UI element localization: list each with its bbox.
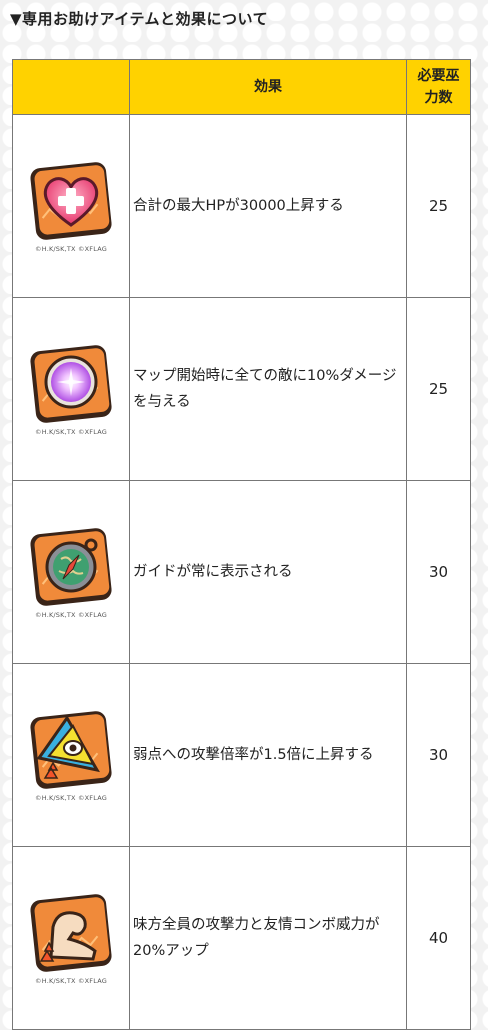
icon-cell: ©H.K/SK,TX ©XFLAG	[12, 663, 130, 847]
cost-value: 25	[406, 297, 471, 481]
copyright-text: ©H.K/SK,TX ©XFLAG	[35, 794, 107, 802]
table-row: ©H.K/SK,TX ©XFLAG ガイドが常に表示される 30	[12, 480, 471, 664]
icon-cell: ©H.K/SK,TX ©XFLAG	[12, 114, 130, 298]
cost-value: 30	[406, 480, 471, 664]
cost-value: 40	[406, 846, 471, 1030]
header-effect: 効果	[129, 59, 407, 115]
copyright-text: ©H.K/SK,TX ©XFLAG	[35, 611, 107, 619]
header-icon	[12, 59, 130, 115]
copyright-text: ©H.K/SK,TX ©XFLAG	[35, 245, 107, 253]
copyright-text: ©H.K/SK,TX ©XFLAG	[35, 428, 107, 436]
effect-text: ガイドが常に表示される	[129, 480, 407, 664]
cost-value: 25	[406, 114, 471, 298]
effect-text: 味方全員の攻撃力と友情コンボ威力が20%アップ	[129, 846, 407, 1030]
weak-point-triangle-item-icon	[30, 711, 112, 789]
purple-orb-item-icon	[30, 345, 112, 423]
icon-cell: ©H.K/SK,TX ©XFLAG	[12, 846, 130, 1030]
item-table: 効果 必要巫力数 ©H.K/SK,TX ©XFLAG 合計の最大HPが30000…	[12, 59, 471, 1030]
icon-cell: ©H.K/SK,TX ©XFLAG	[12, 480, 130, 664]
icon-cell: ©H.K/SK,TX ©XFLAG	[12, 297, 130, 481]
muscle-arm-item-icon	[30, 894, 112, 972]
compass-item-icon	[30, 528, 112, 606]
cost-value: 30	[406, 663, 471, 847]
header-cost: 必要巫力数	[406, 59, 471, 115]
effect-text: マップ開始時に全ての敵に10%ダメージを与える	[129, 297, 407, 481]
table-header-row: 効果 必要巫力数	[12, 59, 471, 115]
heart-plus-item-icon	[30, 162, 112, 240]
table-row: ©H.K/SK,TX ©XFLAG 合計の最大HPが30000上昇する 25	[12, 114, 471, 298]
copyright-text: ©H.K/SK,TX ©XFLAG	[35, 977, 107, 985]
page-heading: ▼専用お助けアイテムと効果について	[10, 10, 269, 28]
table-row: ©H.K/SK,TX ©XFLAG マップ開始時に全ての敵に10%ダメージを与え…	[12, 297, 471, 481]
effect-text: 合計の最大HPが30000上昇する	[129, 114, 407, 298]
table-row: ©H.K/SK,TX ©XFLAG 弱点への攻撃倍率が1.5倍に上昇する 30	[12, 663, 471, 847]
effect-text: 弱点への攻撃倍率が1.5倍に上昇する	[129, 663, 407, 847]
table-row: ©H.K/SK,TX ©XFLAG 味方全員の攻撃力と友情コンボ威力が20%アッ…	[12, 846, 471, 1030]
